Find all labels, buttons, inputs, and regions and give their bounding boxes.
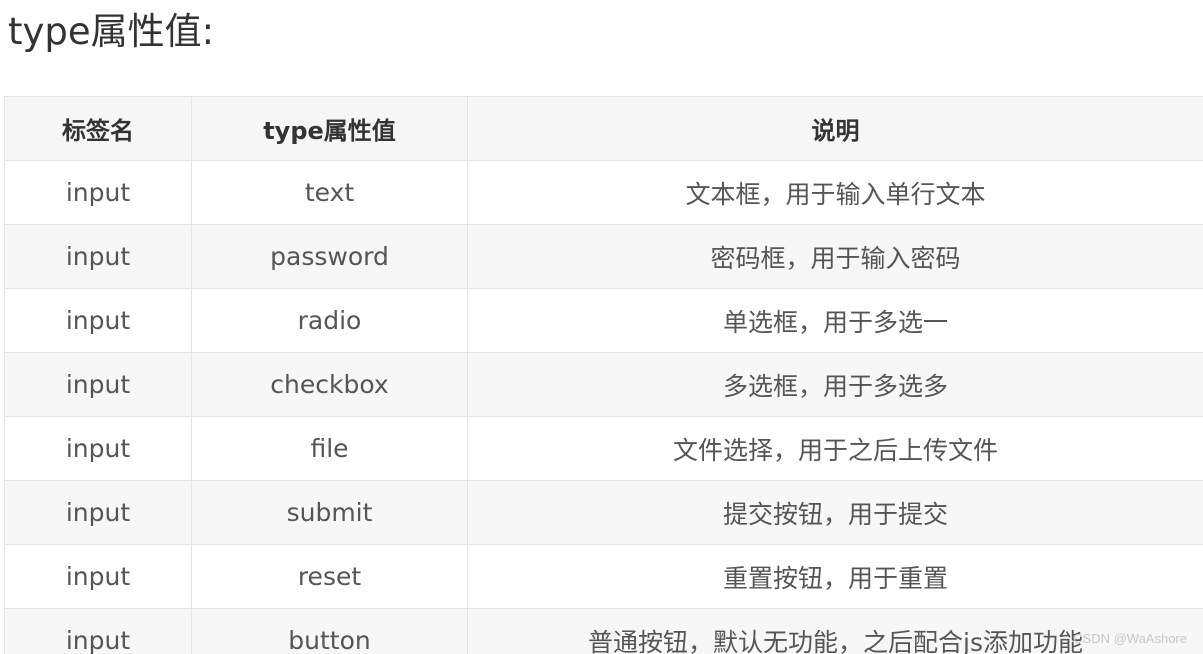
cell-tag-name: input (4, 608, 192, 654)
column-header-type-value: type属性值 (191, 96, 468, 161)
type-attribute-table-container: 标签名 type属性值 说明 input text 文本框，用于输入单行文本 i… (4, 96, 1203, 654)
cell-type-value: button (191, 608, 468, 654)
cell-description: 多选框，用于多选多 (467, 352, 1203, 417)
column-header-tag-name: 标签名 (4, 96, 192, 161)
cell-tag-name: input (4, 416, 192, 481)
cell-type-value: checkbox (191, 352, 468, 417)
table-row: input checkbox 多选框，用于多选多 (4, 352, 1203, 417)
cell-tag-name: input (4, 544, 192, 609)
cell-type-value: reset (191, 544, 468, 609)
table-header-row: 标签名 type属性值 说明 (4, 96, 1203, 161)
table-row: input radio 单选框，用于多选一 (4, 288, 1203, 353)
page-heading: type属性值: (8, 10, 215, 53)
cell-tag-name: input (4, 160, 192, 225)
table-row: input submit 提交按钮，用于提交 (4, 480, 1203, 545)
cell-description: 提交按钮，用于提交 (467, 480, 1203, 545)
cell-type-value: submit (191, 480, 468, 545)
table-row: input file 文件选择，用于之后上传文件 (4, 416, 1203, 481)
watermark-text: CSDN @WaAshore (1073, 631, 1187, 646)
cell-description: 密码框，用于输入密码 (467, 224, 1203, 289)
cell-description: 文件选择，用于之后上传文件 (467, 416, 1203, 481)
column-header-description: 说明 (467, 96, 1203, 161)
cell-type-value: file (191, 416, 468, 481)
table-row: input text 文本框，用于输入单行文本 (4, 160, 1203, 225)
table-row: input password 密码框，用于输入密码 (4, 224, 1203, 289)
cell-tag-name: input (4, 480, 192, 545)
cell-description: 单选框，用于多选一 (467, 288, 1203, 353)
cell-tag-name: input (4, 352, 192, 417)
type-attribute-table: 标签名 type属性值 说明 input text 文本框，用于输入单行文本 i… (4, 96, 1203, 654)
cell-type-value: text (191, 160, 468, 225)
cell-type-value: radio (191, 288, 468, 353)
cell-description: 文本框，用于输入单行文本 (467, 160, 1203, 225)
cell-tag-name: input (4, 288, 192, 353)
cell-type-value: password (191, 224, 468, 289)
cell-description: 重置按钮，用于重置 (467, 544, 1203, 609)
table-row: input button 普通按钮，默认无功能，之后配合js添加功能 (4, 608, 1203, 654)
cell-tag-name: input (4, 224, 192, 289)
table-row: input reset 重置按钮，用于重置 (4, 544, 1203, 609)
